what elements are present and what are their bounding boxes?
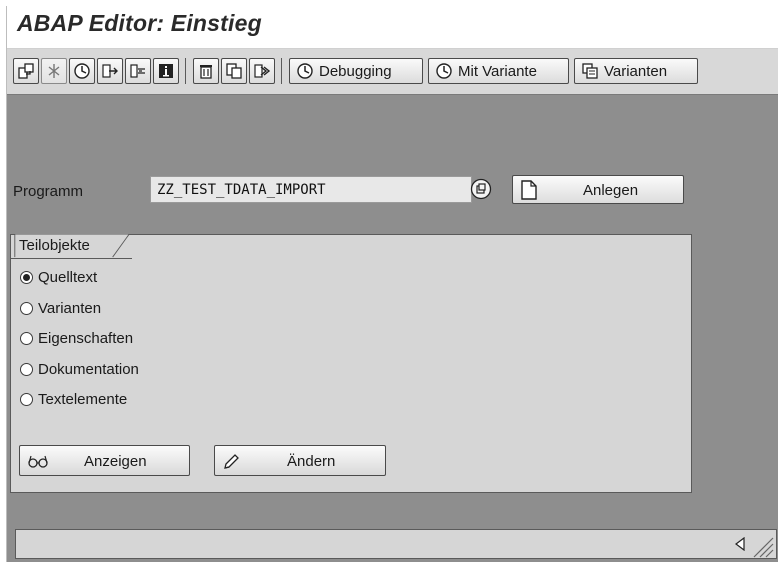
document-icon <box>521 180 537 200</box>
resize-grip-icon[interactable] <box>748 532 774 558</box>
application-toolbar: Debugging Mit Variante Varianten <box>7 49 778 95</box>
pencil-icon <box>224 454 239 469</box>
delete-icon <box>200 65 212 79</box>
radio-documentation[interactable]: Dokumentation <box>20 359 139 379</box>
radio-selected-icon[interactable] <box>20 270 33 284</box>
debugging-button[interactable]: Debugging <box>289 58 423 84</box>
with-variant-button[interactable]: Mit Variante <box>428 58 569 84</box>
group-title: Teilobjekte <box>19 237 90 254</box>
toolbar-separator <box>281 58 282 84</box>
title-bar: ABAP Editor: Einstieg <box>7 6 778 49</box>
radio-label: Quelltext <box>38 268 98 286</box>
with-variant-label: Mit Variante <box>458 62 537 80</box>
glasses-icon <box>28 455 48 468</box>
variants-button[interactable]: Varianten <box>574 58 698 84</box>
activate-icon <box>48 64 60 78</box>
radio-icon[interactable] <box>20 301 33 315</box>
clock-icon <box>297 63 313 79</box>
radio-label: Varianten <box>38 299 102 317</box>
group-tab-underline <box>11 258 132 259</box>
change-button[interactable]: Ändern <box>214 445 386 476</box>
radio-icon[interactable] <box>20 331 33 345</box>
where-used-icon <box>130 64 145 78</box>
display-button[interactable]: Anzeigen <box>19 445 190 476</box>
variants-icon <box>582 63 598 79</box>
radio-label: Textelemente <box>38 390 128 408</box>
radio-text-elements[interactable]: Textelemente <box>20 389 127 409</box>
sap-window: ABAP Editor: Einstieg Debugging Mit Vari… <box>6 6 778 562</box>
program-label: Programm <box>13 183 84 200</box>
direct-processing-icon <box>74 63 90 79</box>
value-help-icon[interactable] <box>470 178 492 200</box>
debugging-label: Debugging <box>319 62 392 80</box>
radio-label: Dokumentation <box>38 360 139 378</box>
test-icon <box>102 64 118 78</box>
radio-icon[interactable] <box>20 392 33 406</box>
info-icon <box>159 64 173 78</box>
test-button[interactable] <box>97 58 123 84</box>
rename-button[interactable] <box>249 58 275 84</box>
rename-icon <box>254 64 271 78</box>
activate-button[interactable] <box>41 58 67 84</box>
radio-source-code[interactable]: Quelltext <box>20 267 97 287</box>
create-label: Anlegen <box>583 182 639 199</box>
info-button[interactable] <box>153 58 179 84</box>
other-object-icon <box>18 63 34 79</box>
radio-attributes[interactable]: Eigenschaften <box>20 328 133 348</box>
variants-label: Varianten <box>604 62 668 80</box>
program-input[interactable]: ZZ_TEST_TDATA_IMPORT <box>150 176 472 203</box>
copy-icon <box>226 63 242 79</box>
other-object-button[interactable] <box>13 58 39 84</box>
status-bar <box>15 529 777 559</box>
display-label: Anzeigen <box>84 453 147 470</box>
delete-button[interactable] <box>193 58 219 84</box>
radio-label: Eigenschaften <box>38 329 134 347</box>
direct-processing-button[interactable] <box>69 58 95 84</box>
radio-icon[interactable] <box>20 362 33 376</box>
expand-status-icon[interactable] <box>734 537 746 551</box>
change-label: Ändern <box>287 453 336 470</box>
create-button[interactable]: Anlegen <box>512 175 684 204</box>
radio-variants[interactable]: Varianten <box>20 298 101 318</box>
toolbar-separator <box>185 58 186 84</box>
window-title: ABAP Editor: Einstieg <box>17 10 262 36</box>
where-used-button[interactable] <box>125 58 151 84</box>
clock-icon <box>436 63 452 79</box>
copy-button[interactable] <box>221 58 247 84</box>
